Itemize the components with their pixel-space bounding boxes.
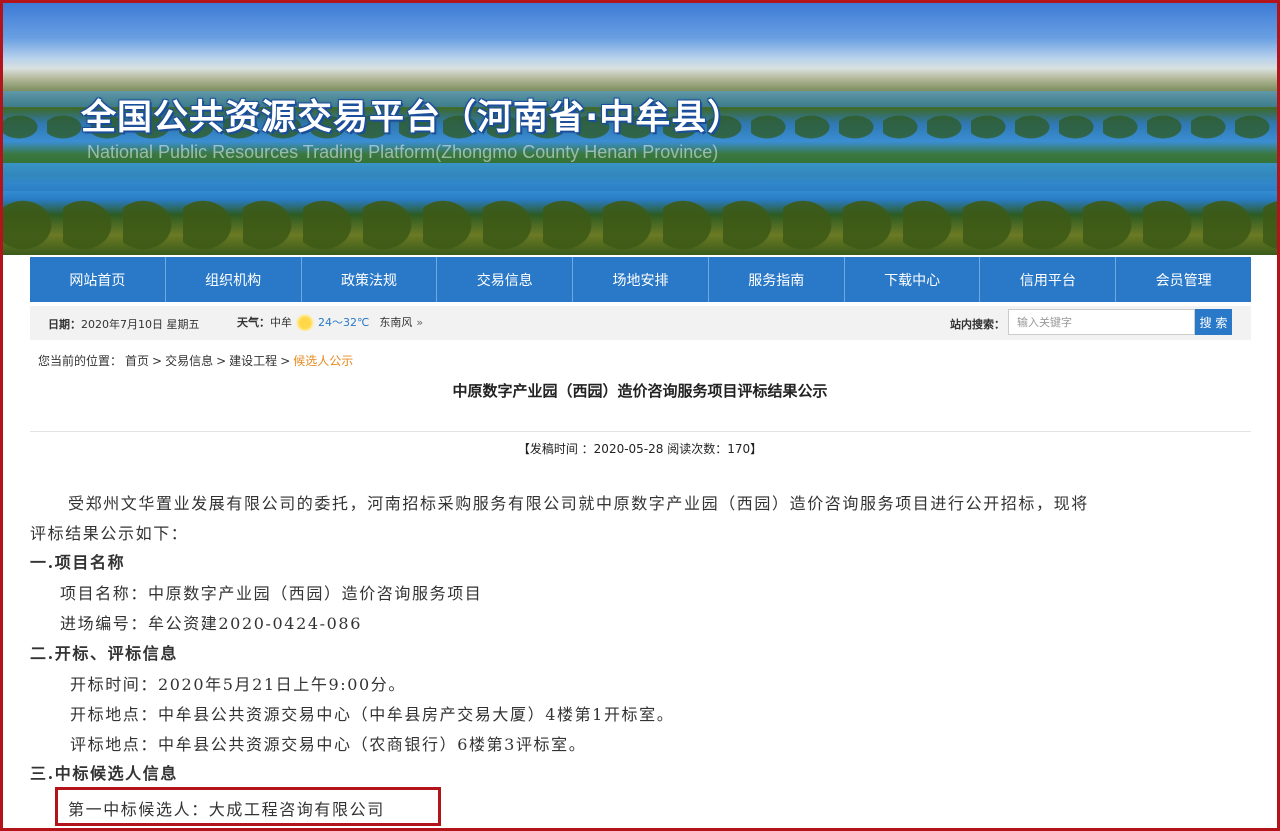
site-title: 全国公共资源交易平台（河南省·中牟县） <box>81 98 744 138</box>
nav-item-trade-info[interactable]: 交易信息 <box>437 257 574 302</box>
sun-icon <box>295 313 315 331</box>
article-divider <box>30 431 1251 432</box>
search-label: 站内搜索： <box>950 318 1005 331</box>
breadcrumb-separator: > <box>152 354 163 368</box>
weather-wind: 东南风 <box>379 316 413 329</box>
double-chevron-right-icon: » <box>416 315 424 329</box>
nav-item-venue[interactable]: 场地安排 <box>573 257 709 302</box>
weather-label: 天气： <box>237 316 270 329</box>
search-button[interactable]: 搜 索 <box>1195 309 1232 335</box>
site-subtitle: National Public Resources Trading Platfo… <box>87 142 719 162</box>
search-input[interactable] <box>1008 309 1195 335</box>
article-intro-line2: 评标结果公示如下： <box>30 524 189 543</box>
weather-temperature: 24～32℃ <box>318 316 370 329</box>
date-label: 日期： <box>48 318 81 331</box>
weather-city: 中牟 <box>270 316 292 329</box>
breadcrumb-trade-info[interactable]: 交易信息 <box>165 354 213 368</box>
date-value: 2020年7月10日 星期五 <box>81 318 200 331</box>
section-heading-bid-info: 二.开标、评标信息 <box>30 644 178 663</box>
weather-display: 天气： 中牟 24～32℃ 东南风 » <box>237 313 423 331</box>
section-heading-candidates: 三.中标候选人信息 <box>30 764 178 783</box>
article-meta: 【发稿时间 ：2020-05-28 阅读次数：170】 <box>517 442 763 456</box>
breadcrumb: 您当前的位置： 首页 > 交易信息 > 建设工程 > 候选人公示 <box>38 352 356 369</box>
nav-item-service-guide[interactable]: 服务指南 <box>709 257 845 302</box>
breadcrumb-separator: > <box>216 354 227 368</box>
breadcrumb-separator: > <box>280 354 291 368</box>
breadcrumb-prefix: 您当前的位置： <box>38 354 123 368</box>
nav-item-credit[interactable]: 信用平台 <box>980 257 1117 302</box>
main-nav: 网站首页 组织机构 政策法规 交易信息 场地安排 服务指南 下载中心 信用平台 … <box>30 257 1251 302</box>
date-display: 日期：2020年7月10日 星期五 <box>48 316 200 332</box>
nav-item-home[interactable]: 网站首页 <box>30 257 166 302</box>
nav-item-downloads[interactable]: 下载中心 <box>845 257 981 302</box>
highlight-box <box>55 787 441 826</box>
bid-opening-time: 开标时间：2020年5月21日上午9:00分。 <box>70 675 406 694</box>
site-banner: 全国公共资源交易平台（河南省·中牟县） National Public Reso… <box>3 3 1277 255</box>
bid-opening-location: 开标地点：中牟县公共资源交易中心（中牟县房产交易大厦）4楼第1开标室。 <box>70 705 675 724</box>
nav-item-organization[interactable]: 组织机构 <box>166 257 302 302</box>
info-bar: 日期：2020年7月10日 星期五 天气： 中牟 24～32℃ 东南风 » 站内… <box>30 306 1251 340</box>
section-heading-project: 一.项目名称 <box>30 553 126 572</box>
project-code: 进场编号：牟公资建2020-0424-086 <box>60 614 362 633</box>
breadcrumb-home[interactable]: 首页 <box>125 354 149 368</box>
article-intro-line1: 受郑州文华置业发展有限公司的委托，河南招标采购服务有限公司就中原数字产业园（西园… <box>68 494 1089 513</box>
banner-foreground-trees <box>3 185 1277 255</box>
article-title: 中原数字产业园（西园）造价咨询服务项目评标结果公示 <box>452 382 828 400</box>
bid-evaluation-location: 评标地点：中牟县公共资源交易中心（农商银行）6楼第3评标室。 <box>70 735 587 754</box>
nav-item-members[interactable]: 会员管理 <box>1116 257 1251 302</box>
breadcrumb-construction[interactable]: 建设工程 <box>229 354 277 368</box>
project-name: 项目名称：中原数字产业园（西园）造价咨询服务项目 <box>60 584 483 603</box>
breadcrumb-current[interactable]: 候选人公示 <box>293 354 353 368</box>
nav-item-policy[interactable]: 政策法规 <box>302 257 438 302</box>
